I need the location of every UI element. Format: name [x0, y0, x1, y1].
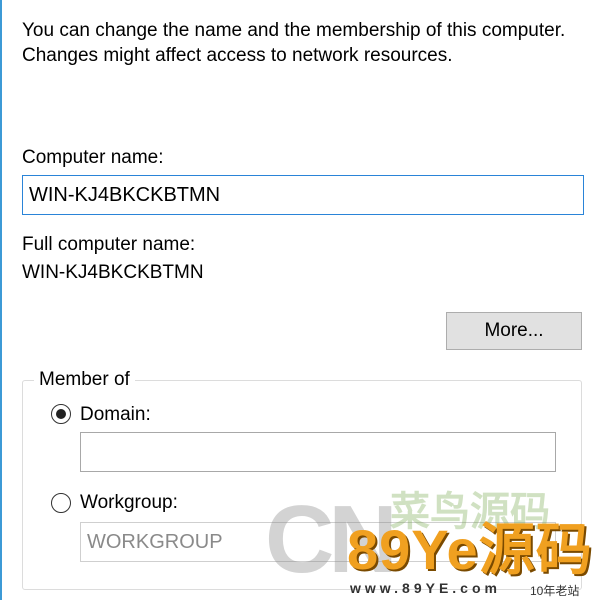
member-of-legend: Member of: [34, 369, 135, 391]
watermark: CN 菜鸟源码 89Ye源码 www.89YE.com 10年老站: [255, 478, 600, 600]
more-button[interactable]: More...: [446, 312, 582, 350]
domain-label[interactable]: Domain:: [80, 404, 151, 426]
workgroup-label[interactable]: Workgroup:: [80, 492, 178, 514]
domain-radio[interactable]: [51, 404, 71, 424]
radio-selected-dot: [56, 409, 66, 419]
computer-name-label: Computer name:: [22, 147, 164, 168]
watermark-url: www.89YE.com: [350, 580, 501, 596]
computer-name-value: WIN-KJ4BKCKBTMN: [29, 183, 221, 206]
window-left-border: [0, 0, 2, 600]
watermark-tag: 10年老站: [530, 584, 580, 598]
computer-name-input[interactable]: WIN-KJ4BKCKBTMN: [22, 175, 584, 215]
workgroup-radio[interactable]: [51, 493, 71, 513]
description-text: You can change the name and the membersh…: [22, 20, 566, 66]
workgroup-value: WORKGROUP: [87, 530, 223, 553]
full-computer-name-label: Full computer name:: [22, 234, 196, 255]
full-computer-name-value: WIN-KJ4BKCKBTMN: [22, 262, 204, 283]
watermark-brand: 89Ye源码: [347, 518, 593, 581]
domain-input[interactable]: [80, 432, 556, 472]
